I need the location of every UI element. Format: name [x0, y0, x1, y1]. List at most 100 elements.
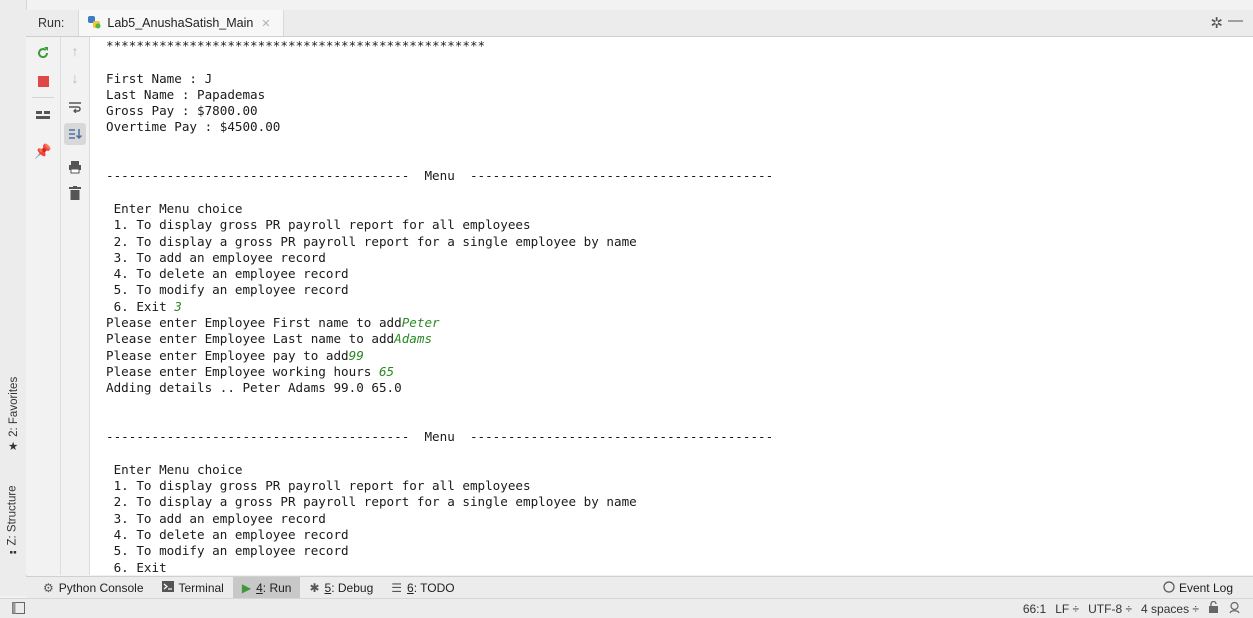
console-line: Last Name : Papademas	[106, 87, 773, 103]
gear-icon[interactable]: ✲	[1210, 14, 1223, 32]
console-line: Please enter Employee Last name to addAd…	[106, 331, 773, 347]
console-line: 6. Exit	[106, 560, 773, 576]
console-output-text: Please enter Employee working hours	[106, 363, 379, 379]
console-line: ****************************************…	[106, 38, 773, 54]
console-user-input: Adams	[394, 331, 433, 347]
console-output-text: 1. To display gross PR payroll report fo…	[106, 478, 531, 494]
console-line: Gross Pay : $7800.00	[106, 103, 773, 119]
rerun-icon[interactable]	[33, 43, 53, 63]
structure-tab[interactable]: ▪▪Z: Structure	[0, 478, 26, 564]
console-line: Enter Menu choice	[106, 201, 773, 217]
console-output-text: 3. To add an employee record	[106, 510, 326, 526]
console-line: Please enter Employee pay to add99	[106, 348, 773, 364]
console-line: 4. To delete an employee record	[106, 527, 773, 543]
console-output-text: ----------------------------------------…	[106, 429, 774, 445]
tab-debug-text: : Debug	[331, 581, 374, 595]
console-line: 6. Exit 3	[106, 299, 773, 315]
run-tab-title: Lab5_AnushaSatish_Main	[107, 16, 254, 30]
console-line: 5. To modify an employee record	[106, 282, 773, 298]
console-line: 1. To display gross PR payroll report fo…	[106, 217, 773, 233]
window-layout-icon[interactable]	[12, 602, 25, 617]
console-lines: ****************************************…	[106, 38, 773, 575]
favorites-tab[interactable]: ★ 2: Favorites	[0, 370, 26, 458]
stop-icon[interactable]	[33, 71, 53, 91]
python-icon	[87, 15, 101, 32]
indent-setting[interactable]: 4 spaces ÷	[1141, 602, 1199, 616]
pin-icon[interactable]: 📌	[33, 141, 53, 161]
console-line: 1. To display gross PR payroll report fo…	[106, 478, 773, 494]
file-encoding[interactable]: UTF-8 ÷	[1088, 602, 1132, 616]
close-icon[interactable]: ✕	[261, 17, 270, 30]
toolbar-divider	[32, 97, 54, 98]
left-tool-stripe: ★ 2: Favorites ▪▪Z: Structure	[0, 0, 27, 596]
scroll-to-end-icon[interactable]	[64, 123, 86, 145]
event-log-label: Event Log	[1178, 581, 1233, 595]
console-line: 4. To delete an employee record	[106, 266, 773, 282]
tab-run-number: 4	[256, 581, 263, 595]
line-separator[interactable]: LF ÷	[1055, 602, 1079, 616]
console-line: Please enter Employee working hours 65	[106, 364, 773, 380]
tab-todo-label: 6: TODO	[407, 581, 455, 595]
console-output-text: Gross Pay : $7800.00	[106, 103, 258, 119]
console-output-text: ----------------------------------------…	[106, 168, 774, 184]
soft-wrap-icon[interactable]	[65, 97, 85, 117]
tab-debug[interactable]: ✱ 5: Debug	[300, 577, 382, 599]
console-output-text: 3. To add an employee record	[106, 249, 326, 265]
tab-run-text: : Run	[262, 581, 292, 595]
console-line: 2. To display a gross PR payroll report …	[106, 494, 773, 510]
minimize-icon[interactable]: —	[1228, 12, 1243, 29]
tab-todo-number: 6	[407, 581, 414, 595]
run-icon: ▶	[241, 581, 252, 595]
console-line: ----------------------------------------…	[106, 429, 773, 445]
print-icon[interactable]	[65, 157, 85, 177]
structure-icon: ▪▪	[9, 547, 18, 559]
inspector-icon[interactable]	[1228, 601, 1241, 617]
run-config-tab[interactable]: Lab5_AnushaSatish_Main ✕	[78, 10, 284, 36]
console-output-text: 6. Exit	[106, 559, 167, 575]
caret-position[interactable]: 66:1	[1023, 602, 1046, 616]
console-output-text: 1. To display gross PR payroll report fo…	[106, 217, 531, 233]
star-icon: ★	[7, 441, 19, 454]
tab-python-console[interactable]: ⚙ Python Console	[34, 577, 153, 599]
list-icon: ☰	[391, 581, 403, 595]
tab-todo[interactable]: ☰ 6: TODO	[382, 577, 463, 599]
console-line: Please enter Employee First name to addP…	[106, 315, 773, 331]
console-output[interactable]: ****************************************…	[90, 37, 1253, 575]
console-line: 3. To add an employee record	[106, 250, 773, 266]
lock-icon[interactable]	[1208, 600, 1219, 616]
python-console-icon: ⚙	[43, 581, 54, 595]
console-user-input: 65	[378, 363, 395, 379]
layout-icon[interactable]	[33, 105, 53, 125]
arrow-down-icon[interactable]: ↓	[65, 68, 85, 88]
console-output-text: Last Name : Papademas	[106, 86, 266, 102]
console-output-text: 4. To delete an employee record	[106, 526, 349, 542]
tab-run[interactable]: ▶ 4: Run	[232, 577, 301, 599]
console-user-input: 3	[174, 298, 182, 314]
console-output-text: 2. To display a gross PR payroll report …	[106, 233, 637, 249]
console-line: Overtime Pay : $4500.00	[106, 119, 773, 135]
tab-terminal[interactable]: Terminal	[153, 577, 233, 599]
console-output-text: 4. To delete an employee record	[106, 266, 349, 282]
console-output-text: 2. To display a gross PR payroll report …	[106, 494, 637, 510]
console-output-text: 6. Exit	[106, 298, 175, 314]
trash-icon[interactable]	[65, 183, 85, 203]
console-output-text: Adding details .. Peter Adams 99.0 65.0	[106, 380, 402, 396]
console-line: 2. To display a gross PR payroll report …	[106, 234, 773, 250]
console-line: Adding details .. Peter Adams 99.0 65.0	[106, 380, 773, 396]
console-line: 3. To add an employee record	[106, 511, 773, 527]
bug-icon: ✱	[309, 581, 320, 595]
console-output-text: First Name : J	[106, 70, 213, 86]
console-line: 5. To modify an employee record	[106, 543, 773, 559]
event-log-button[interactable]: Event Log	[1163, 577, 1233, 599]
tab-todo-text: : TODO	[413, 581, 455, 595]
console-output-text: 5. To modify an employee record	[106, 543, 349, 559]
structure-tab-label: Z: Structure	[7, 485, 20, 546]
arrow-up-icon[interactable]: ↑	[65, 41, 85, 61]
run-toolbar-secondary: ↑ ↓	[61, 37, 90, 575]
console-user-input: Peter	[401, 315, 440, 331]
console-output-text: Please enter Employee pay to add	[106, 347, 349, 363]
